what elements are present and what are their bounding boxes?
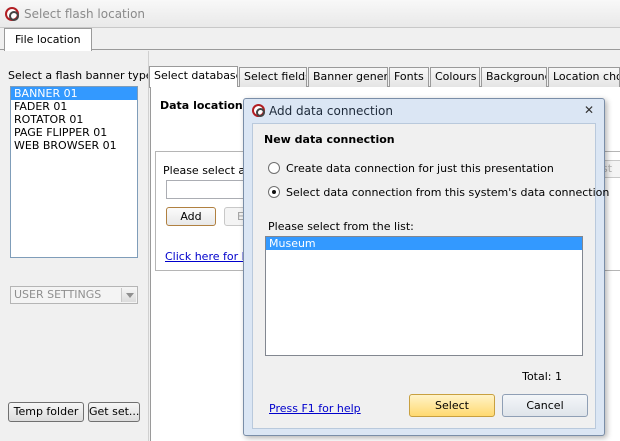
app-logo-icon [5, 7, 19, 21]
help-link[interactable]: Press F1 for help [269, 402, 361, 415]
tab-background[interactable]: Background [481, 67, 547, 87]
get-settings-button[interactable]: Get set... [88, 402, 140, 422]
connection-list[interactable]: Museum [265, 236, 583, 356]
radio-system-connection[interactable]: Select data connection from this system'… [268, 185, 609, 199]
tab-colours[interactable]: Colours [430, 67, 480, 87]
banner-item-page-flipper-01[interactable]: PAGE FLIPPER 01 [11, 126, 137, 139]
tab-select-database[interactable]: Select database [149, 66, 238, 88]
dialog-heading: New data connection [264, 133, 395, 146]
tab-select-fields[interactable]: Select fields [239, 67, 307, 87]
tab-file-location[interactable]: File location [4, 28, 92, 51]
chevron-down-icon[interactable] [121, 288, 136, 302]
dialog-title: Add data connection [269, 104, 394, 118]
list-item[interactable]: Museum [266, 237, 582, 250]
window-title: Select flash location [24, 7, 146, 21]
settings-tab-strip: Select database Select fields Banner gen… [149, 66, 620, 88]
dialog-title-bar: Add data connection ✕ [244, 99, 604, 123]
banner-item-fader-01[interactable]: FADER 01 [11, 100, 137, 113]
radio-button-checked[interactable] [268, 186, 280, 198]
radio-presentation-label: Create data connection for just this pre… [286, 161, 554, 175]
top-tab-strip: File location [0, 28, 620, 51]
cancel-button[interactable]: Cancel [502, 394, 588, 417]
banner-type-list[interactable]: BANNER 01 FADER 01 ROTATOR 01 PAGE FLIPP… [10, 86, 138, 258]
select-button[interactable]: Select [409, 394, 495, 417]
tab-fonts[interactable]: Fonts [389, 67, 429, 87]
banner-item-banner-01[interactable]: BANNER 01 [11, 87, 137, 100]
banner-item-rotator-01[interactable]: ROTATOR 01 [11, 113, 137, 126]
radio-presentation-connection[interactable]: Create data connection for just this pre… [268, 161, 554, 175]
total-count: Total: 1 [522, 370, 562, 383]
user-settings-value: USER SETTINGS [14, 288, 102, 301]
tab-location-choice[interactable]: Location cho [548, 67, 620, 87]
add-data-connection-dialog: Add data connection ✕ New data connectio… [243, 98, 609, 436]
app-logo-icon [252, 104, 265, 117]
window-title-bar: Select flash location [0, 0, 620, 28]
user-settings-dropdown[interactable]: USER SETTINGS [10, 286, 138, 304]
close-icon[interactable]: ✕ [582, 102, 596, 118]
dialog-body: New data connection Create data connecti… [252, 123, 609, 429]
add-button[interactable]: Add [166, 207, 216, 226]
panel-divider [148, 51, 149, 441]
data-location-heading: Data location [160, 99, 243, 112]
banner-type-label: Select a flash banner type [8, 69, 153, 82]
tab-banner-general[interactable]: Banner general [308, 67, 388, 87]
select-data-prompt: Please select a d [163, 164, 256, 177]
radio-button-unchecked[interactable] [268, 162, 280, 174]
radio-system-label: Select data connection from this system'… [286, 185, 610, 199]
connection-list-label: Please select from the list: [268, 220, 414, 233]
banner-item-web-browser-01[interactable]: WEB BROWSER 01 [11, 139, 137, 152]
help-link-main[interactable]: Click here for he [165, 250, 255, 263]
temp-folder-button[interactable]: Temp folder [8, 402, 84, 422]
